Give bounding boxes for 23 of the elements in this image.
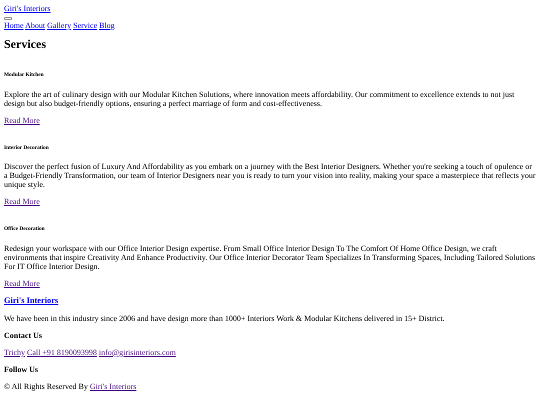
contact-link[interactable]: Trichy	[4, 348, 26, 357]
nav-link[interactable]: Home	[4, 21, 24, 30]
about-text: We have been in this industry since 2006 and have design more than 1000+ Interiors Work & Modular Kitchens delivered in 15+ District.	[4, 314, 446, 323]
service-description: Redesign your workspace with our Office Interior Design expertise. From Small Office Interior Design To The Comfort Of Home Office Design, we craft environments that inspire Creativity And Enhance Productivity. Our Office Interior Decorator Team Specializes In Transforming Spaces, Including Tailored Solutions For IT Office Interior Design.	[4, 244, 536, 272]
read-more-link[interactable]: Read More	[4, 197, 40, 206]
contact-link[interactable]: Call +91 8190093998	[27, 348, 97, 357]
read-more-link[interactable]: Read More	[4, 279, 40, 288]
read-more-link[interactable]: Read More	[4, 116, 40, 125]
service-description: Discover the perfect fusion of Luxury And Affordability as you embark on a journey with the Best Interior Designers. Whether you're seeking a touch of opulence or a Budget-Friendly Transformation, our team of Interior Designers near you is ready to turn your vision into reality, making your space a masterpiece that reflects your unique style.	[4, 162, 536, 190]
nav-link[interactable]: Service	[73, 21, 98, 30]
nav-link[interactable]: Gallery	[47, 21, 72, 30]
menu-button[interactable]	[4, 17, 12, 20]
follow-heading: Follow Us	[4, 364, 39, 374]
brand-link[interactable]: Giri's Interiors	[4, 296, 58, 306]
page-heading: Services	[4, 37, 47, 52]
copyright-link[interactable]: Giri's Interiors	[90, 382, 136, 391]
copyright-text: © All Rights Reserved By	[4, 382, 88, 391]
service-description: Explore the art of culinary design with our Modular Kitchen Solutions, where innovation meets affordability. Our commitment to excellence extends to not just design but also budget-friendly options, ensuring a perfect marriage of form and cost-effectiveness.	[4, 90, 516, 108]
contact-link[interactable]: info@girisinteriors.com	[98, 348, 176, 357]
nav-link[interactable]: About	[25, 21, 46, 30]
logo-link[interactable]: Giri's Interiors	[4, 4, 51, 13]
contact-heading: Contact Us	[4, 330, 43, 340]
nav-link[interactable]: Blog	[99, 21, 115, 30]
